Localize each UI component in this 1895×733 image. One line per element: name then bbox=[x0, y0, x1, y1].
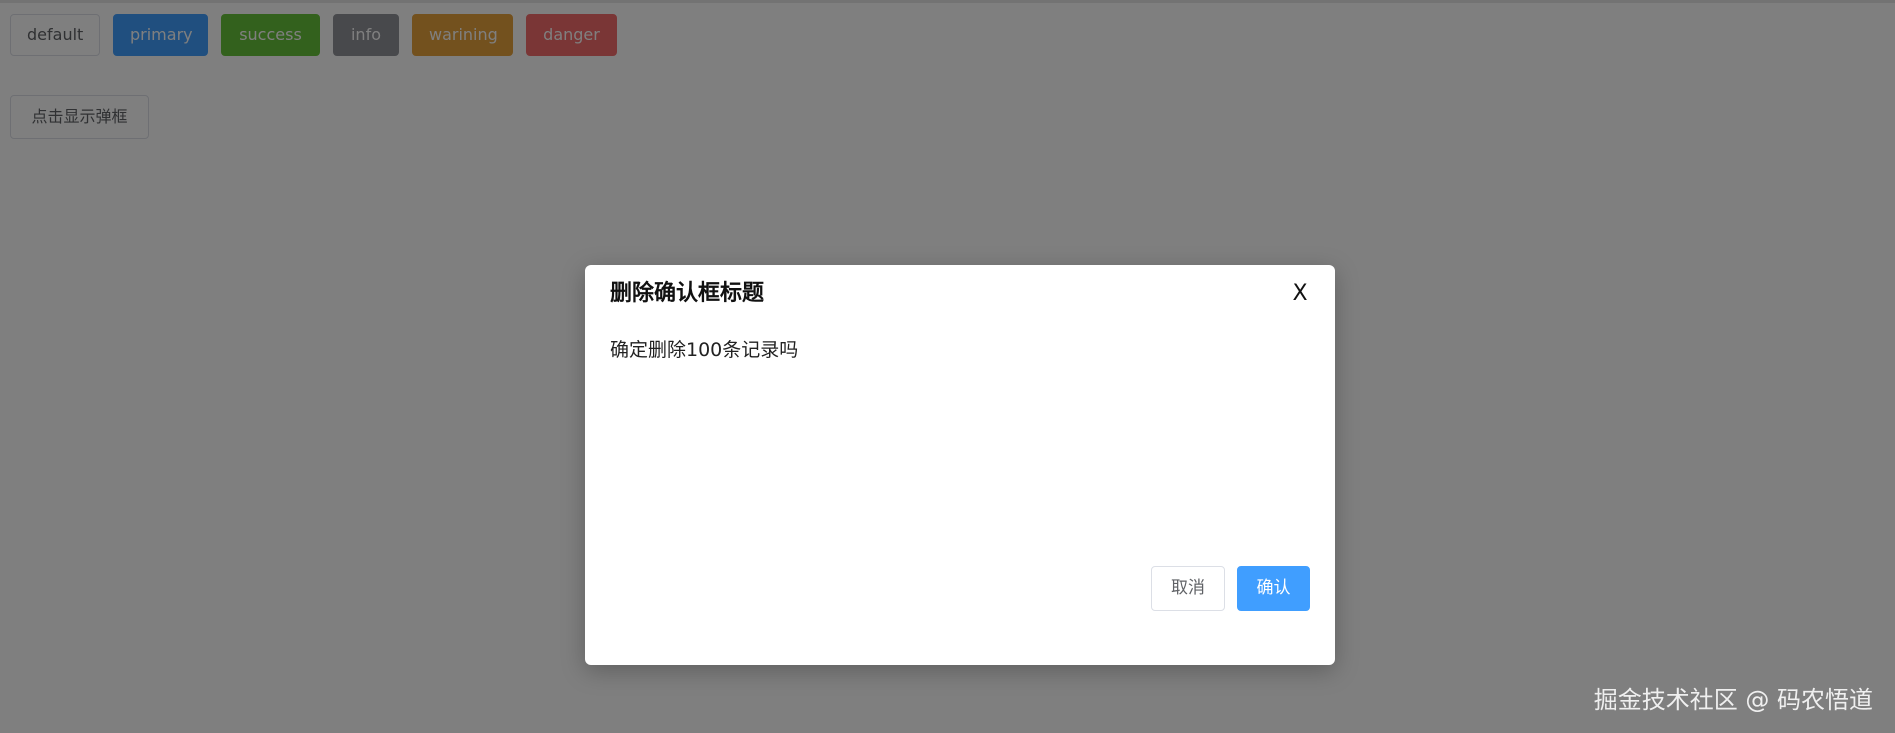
cancel-button[interactable]: 取消 bbox=[1151, 566, 1225, 611]
dialog-footer: 取消 确认 bbox=[1151, 566, 1310, 611]
dialog-message: 确定删除100条记录吗 bbox=[610, 339, 799, 361]
page: default primary success info warining da… bbox=[0, 0, 1895, 733]
dialog-title: 删除确认框标题 bbox=[610, 281, 765, 306]
confirm-button[interactable]: 确认 bbox=[1237, 566, 1310, 611]
close-icon[interactable]: X bbox=[1288, 279, 1312, 309]
delete-confirm-dialog: 删除确认框标题 X 确定删除100条记录吗 取消 确认 bbox=[585, 265, 1335, 665]
watermark: 掘金技术社区 @ 码农悟道 bbox=[1593, 686, 1873, 714]
